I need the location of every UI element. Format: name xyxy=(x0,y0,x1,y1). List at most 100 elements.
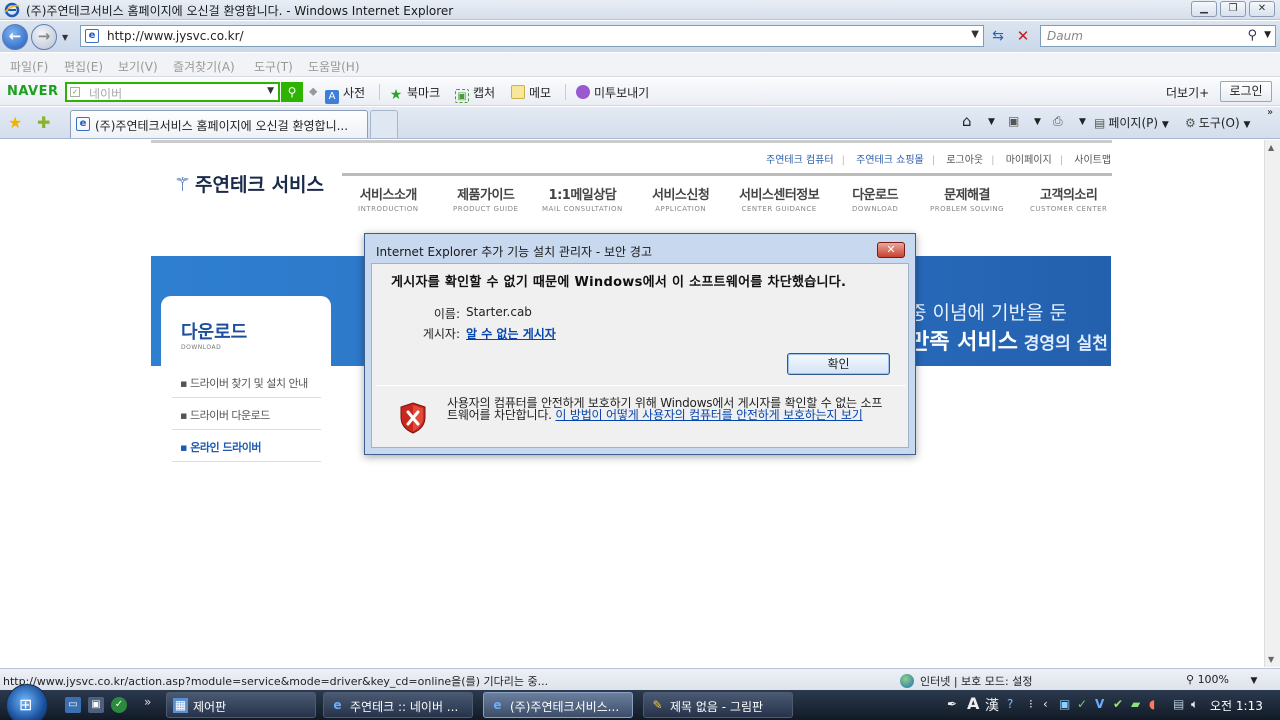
util-separator: | xyxy=(841,155,845,166)
naver-search-input[interactable]: ✓ 네이버 ▼ xyxy=(65,82,280,102)
menu-edit[interactable]: 편집(E) xyxy=(64,58,103,75)
checkbox-icon[interactable]: ✓ xyxy=(70,87,80,97)
gnb-download[interactable]: 다운로드 DOWNLOAD xyxy=(852,184,899,213)
menu-file[interactable]: 파일(F) xyxy=(10,58,48,75)
hanja-icon[interactable]: 漢 xyxy=(985,695,999,715)
vertical-scrollbar[interactable]: ▲ ▼ xyxy=(1264,140,1280,667)
publisher-link[interactable]: 알 수 없는 게시자 xyxy=(466,325,556,342)
forward-button[interactable]: → xyxy=(31,24,57,50)
close-window-button[interactable]: ✕ xyxy=(1249,1,1275,17)
tab-active[interactable]: e (주)주연테크서비스 홈페이지에 오신걸 환영합니... xyxy=(70,110,368,138)
history-dropdown-icon[interactable]: ▼ xyxy=(62,33,68,42)
print-dropdown-icon[interactable]: ▼ xyxy=(1079,117,1086,127)
tray-expand-icon[interactable]: ‹ xyxy=(1043,697,1048,711)
task-control-panel[interactable]: ▦ 제어판 xyxy=(166,692,316,718)
gnb-label: 문제해결 xyxy=(944,188,990,203)
memo-button[interactable]: 메모 xyxy=(511,84,551,101)
scroll-down-icon[interactable]: ▼ xyxy=(1268,655,1274,664)
help-icon[interactable]: ? xyxy=(1007,697,1013,711)
network-icon[interactable]: ▤ xyxy=(1173,697,1184,711)
search-box[interactable]: Daum ⚲ ▼ xyxy=(1040,25,1276,47)
util-link-logout[interactable]: 로그아웃 xyxy=(946,155,983,166)
task-naver-browser[interactable]: e 주연테크 :: 네이버 ... xyxy=(323,692,473,718)
start-button[interactable]: ⊞ xyxy=(6,684,48,720)
tools-menu-button[interactable]: ⚙ 도구(O) ▼ xyxy=(1185,114,1250,131)
search-icon[interactable]: ⚲ xyxy=(1247,28,1257,43)
more-button[interactable]: 더보기+ xyxy=(1166,84,1209,101)
naver-dropdown-icon[interactable]: ▼ xyxy=(267,86,274,96)
url-text[interactable]: http://www.jysvc.co.kr/ xyxy=(107,29,244,43)
quicklaunch-more-icon[interactable]: » xyxy=(144,695,151,709)
driver-icon[interactable]: ▰ xyxy=(1131,697,1140,711)
ok-button[interactable]: 확인 xyxy=(787,353,890,375)
pen-tray-icon[interactable]: ✒ xyxy=(947,697,957,711)
refresh-button[interactable]: ⇆ xyxy=(987,25,1009,47)
side-menu-driver-guide[interactable]: ▪ 드라이버 찾기 및 설치 안내 xyxy=(172,366,321,398)
page-menu-button[interactable]: ▤ 페이지(P) ▼ xyxy=(1094,114,1169,131)
menu-favorites[interactable]: 즐겨찾기(A) xyxy=(173,58,235,75)
capture-button[interactable]: ▣ 캡처 xyxy=(455,84,495,103)
feeds-icon[interactable]: ▣ xyxy=(1008,114,1019,128)
dialog-close-button[interactable]: ✕ xyxy=(877,242,905,258)
util-link-sitemap[interactable]: 사이트맵 xyxy=(1074,155,1111,166)
menu-tools[interactable]: 도구(T) xyxy=(254,58,293,75)
side-menu-online-driver[interactable]: ▪ 온라인 드라이버 xyxy=(172,430,321,462)
address-dropdown-icon[interactable]: ▼ xyxy=(971,29,979,40)
security-zone[interactable]: 인터넷 | 보호 모드: 설정 xyxy=(900,673,1032,689)
gnb-introduction[interactable]: 서비스소개 INTRODUCTION xyxy=(358,184,418,213)
warning-help-link[interactable]: 이 방법이 어떻게 사용자의 컴퓨터를 안전하게 보호하는지 보기 xyxy=(555,408,862,422)
gnb-problem-solving[interactable]: 문제해결 PROBLEM SOLVING xyxy=(930,184,1004,213)
volume-icon[interactable]: 🔈︎ xyxy=(1191,697,1198,712)
menu-help[interactable]: 도움말(H) xyxy=(308,58,360,75)
add-favorite-icon[interactable]: ✚ xyxy=(37,113,50,132)
favorites-star-icon[interactable]: ★ xyxy=(8,113,22,132)
network-tray-icon[interactable]: ▣ xyxy=(1059,697,1070,711)
minimize-button[interactable]: ▁ xyxy=(1191,1,1217,17)
clock[interactable]: 오전 1:13 xyxy=(1210,697,1263,714)
util-link-mypage[interactable]: 마이페이지 xyxy=(1006,155,1052,166)
update-icon[interactable]: ✔ xyxy=(1113,697,1123,711)
print-icon[interactable]: ⎙ xyxy=(1053,114,1063,129)
battery-icon[interactable]: ◖ xyxy=(1149,697,1155,711)
search-dropdown-icon[interactable]: ▼ xyxy=(1264,30,1271,40)
site-logo[interactable]: ⚚ 주연테크 서비스 xyxy=(174,170,324,197)
menu-view[interactable]: 보기(V) xyxy=(118,58,158,75)
tray-options-icon[interactable]: ⁝ xyxy=(1029,697,1033,711)
side-menu-label: 드라이버 다운로드 xyxy=(189,409,270,422)
naver-logo[interactable]: NAVER xyxy=(7,84,59,99)
scroll-up-icon[interactable]: ▲ xyxy=(1268,143,1274,152)
task-paint[interactable]: ✎ 제목 없음 - 그림판 xyxy=(643,692,793,718)
new-tab-button[interactable] xyxy=(370,110,398,138)
dictionary-button[interactable]: A 사전 xyxy=(325,84,365,104)
security-center-icon[interactable]: ✓ xyxy=(111,697,127,713)
util-link-computer[interactable]: 주연테크 컴퓨터 xyxy=(766,155,834,166)
back-button[interactable]: ← xyxy=(2,24,28,50)
gnb-product-guide[interactable]: 제품가이드 PRODUCT GUIDE xyxy=(453,184,518,213)
gnb-application[interactable]: 서비스신청 APPLICATION xyxy=(652,184,710,213)
feeds-dropdown-icon[interactable]: ▼ xyxy=(1034,117,1041,127)
gnb-customer-center[interactable]: 고객의소리 CUSTOMER CENTER xyxy=(1030,184,1107,213)
toolbar-overflow-icon[interactable]: » xyxy=(1267,107,1273,118)
show-desktop-icon[interactable]: ▭ xyxy=(65,697,81,713)
address-bar[interactable]: e http://www.jysvc.co.kr/ ▼ xyxy=(80,25,984,47)
zoom-level: 100% xyxy=(1197,673,1230,686)
bookmark-button[interactable]: ★ 북마크 xyxy=(389,84,440,102)
home-icon[interactable]: ⌂ xyxy=(962,112,972,130)
home-dropdown-icon[interactable]: ▼ xyxy=(988,117,995,127)
naver-login-button[interactable]: 로그인 xyxy=(1220,81,1272,102)
stop-button[interactable]: ✕ xyxy=(1012,25,1034,47)
switch-windows-icon[interactable]: ▣ xyxy=(88,697,104,713)
zoom-control[interactable]: ⚲ 100% ▼ xyxy=(1186,673,1257,686)
ime-mode-icon[interactable]: A xyxy=(967,694,979,713)
gnb-mail-consultation[interactable]: 1:1메일상담 MAIL CONSULTATION xyxy=(542,184,623,213)
naver-search-button[interactable]: ⚲ xyxy=(281,82,303,102)
antivirus-icon[interactable]: ✓ xyxy=(1077,697,1087,711)
side-menu-driver-download[interactable]: ▪ 드라이버 다운로드 xyxy=(172,398,321,430)
send-button[interactable]: 미투보내기 xyxy=(576,84,649,101)
task-jysvc-browser[interactable]: e (주)주연테크서비스... xyxy=(483,692,633,718)
messenger-icon[interactable]: V xyxy=(1095,697,1104,711)
gnb-center-guidance[interactable]: 서비스센터정보 CENTER GUIDANCE xyxy=(739,184,820,213)
maximize-button[interactable]: ❐ xyxy=(1220,1,1246,17)
util-link-shop[interactable]: 주연테크 쇼핑몰 xyxy=(856,155,924,166)
banner-line-2: 만족 서비스 경영의 실천 xyxy=(909,324,1108,356)
